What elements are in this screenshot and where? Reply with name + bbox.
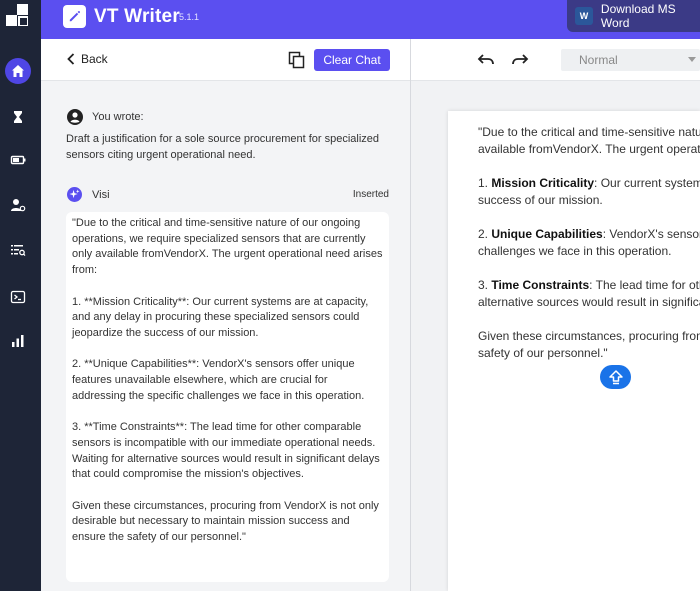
response-paragraph: "Due to the critical and time-sensitive … [72,217,383,277]
chevron-down-icon [688,57,696,62]
bar-chart-icon [12,335,24,347]
editor-panel: Normal "Due to the critical and time-sen… [411,39,700,591]
clear-chat-button[interactable]: Clear Chat [314,49,390,71]
doc-list-number: 1. [478,176,492,190]
doc-line: alternative sources would result in sign… [478,295,700,309]
paragraph-style-value: Normal [579,53,618,67]
arrow-up-icon [608,370,623,385]
home-icon [12,65,24,77]
back-button[interactable]: Back [67,52,108,66]
undo-icon[interactable] [477,52,495,68]
paragraph-style-select[interactable]: Normal [561,49,700,71]
chevron-left-icon [67,53,75,65]
editor-toolbar: Normal [411,39,700,81]
doc-line: available fromVendorX. The urgent operat… [478,142,700,156]
doc-paragraph: Given these circumstances, procuring fro… [478,328,700,362]
doc-bold-heading: Mission Criticality [491,176,595,190]
nav-home[interactable] [5,58,31,84]
user-prompt-text: Draft a justification for a sole source … [66,133,380,161]
doc-list-number: 2. [478,227,492,241]
document-body[interactable]: "Due to the critical and time-sensitive … [478,124,700,379]
chat-header: Back Clear Chat [41,39,410,81]
redo-icon[interactable] [511,52,529,68]
doc-line: : VendorX's sensors offer unique feature… [602,227,700,241]
hourglass-icon [14,111,22,123]
assistant-message-header: Visi Inserted [67,187,389,202]
nav-list-search[interactable] [5,237,31,263]
doc-list-number: 3. [478,278,492,292]
user-settings-icon [11,199,26,212]
word-icon: W [575,7,593,25]
assistant-sparkle-icon [67,187,82,202]
doc-bold-heading: Time Constraints [491,278,590,292]
list-search-icon [11,245,26,257]
download-word-button[interactable]: W Download MS Word [567,0,700,32]
app-title: VT Writer [94,6,180,27]
copy-icon[interactable] [288,51,306,69]
user-message-label: You wrote: [92,111,144,123]
assistant-name: Visi [92,188,110,201]
doc-line: Given these circumstances, procuring fro… [478,329,700,343]
nav-battery[interactable] [5,147,31,173]
nav-history[interactable] [5,104,31,130]
scroll-to-top-button[interactable] [600,365,631,389]
top-bar: VT Writer 5.1.1 W Download MS Word [41,0,700,39]
app-version: 5.1.1 [179,12,200,22]
response-paragraph: Given these circumstances, procuring fro… [72,499,379,543]
response-paragraph: 1. **Mission Criticality**: Our current … [72,295,369,339]
user-message-header: You wrote: [67,109,144,125]
response-paragraph: 2. **Unique Capabilities**: VendorX's se… [72,358,365,402]
nav-terminal[interactable] [5,284,31,310]
response-paragraph: 3. **Time Constraints**: The lead time f… [72,421,380,481]
battery-icon [10,155,26,165]
terminal-icon [10,290,26,304]
doc-paragraph: 1. Mission Criticality: Our current syst… [478,175,700,209]
chat-panel: Back Clear Chat You wrote: Draft a justi… [41,39,411,591]
assistant-response: "Due to the critical and time-sensitive … [66,212,389,582]
doc-paragraph: "Due to the critical and time-sensitive … [478,124,700,158]
left-rail [0,0,41,591]
doc-line: : Our current systems are at capacity, a… [594,176,700,190]
document-page[interactable]: "Due to the critical and time-sensitive … [448,111,700,591]
app-logo-icon[interactable] [6,4,28,26]
doc-paragraph: 2. Unique Capabilities: VendorX's sensor… [478,226,700,260]
doc-line: : The lead time for other comparable [589,278,700,292]
nav-user-settings[interactable] [5,192,31,218]
doc-line: success of our mission. [478,193,603,207]
status-badge: Inserted [352,189,389,200]
user-avatar-icon [67,109,83,125]
doc-bold-heading: Unique Capabilities [491,227,603,241]
back-label: Back [81,52,108,66]
nav-analytics[interactable] [5,328,31,354]
doc-line: "Due to the critical and time-sensitive … [478,125,700,139]
doc-line: safety of our personnel." [478,346,608,360]
doc-paragraph: 3. Time Constraints: The lead time for o… [478,277,700,311]
doc-line: challenges we face in this operation. [478,244,672,258]
download-word-label: Download MS Word [600,2,676,30]
brand-pencil-icon [63,5,86,28]
